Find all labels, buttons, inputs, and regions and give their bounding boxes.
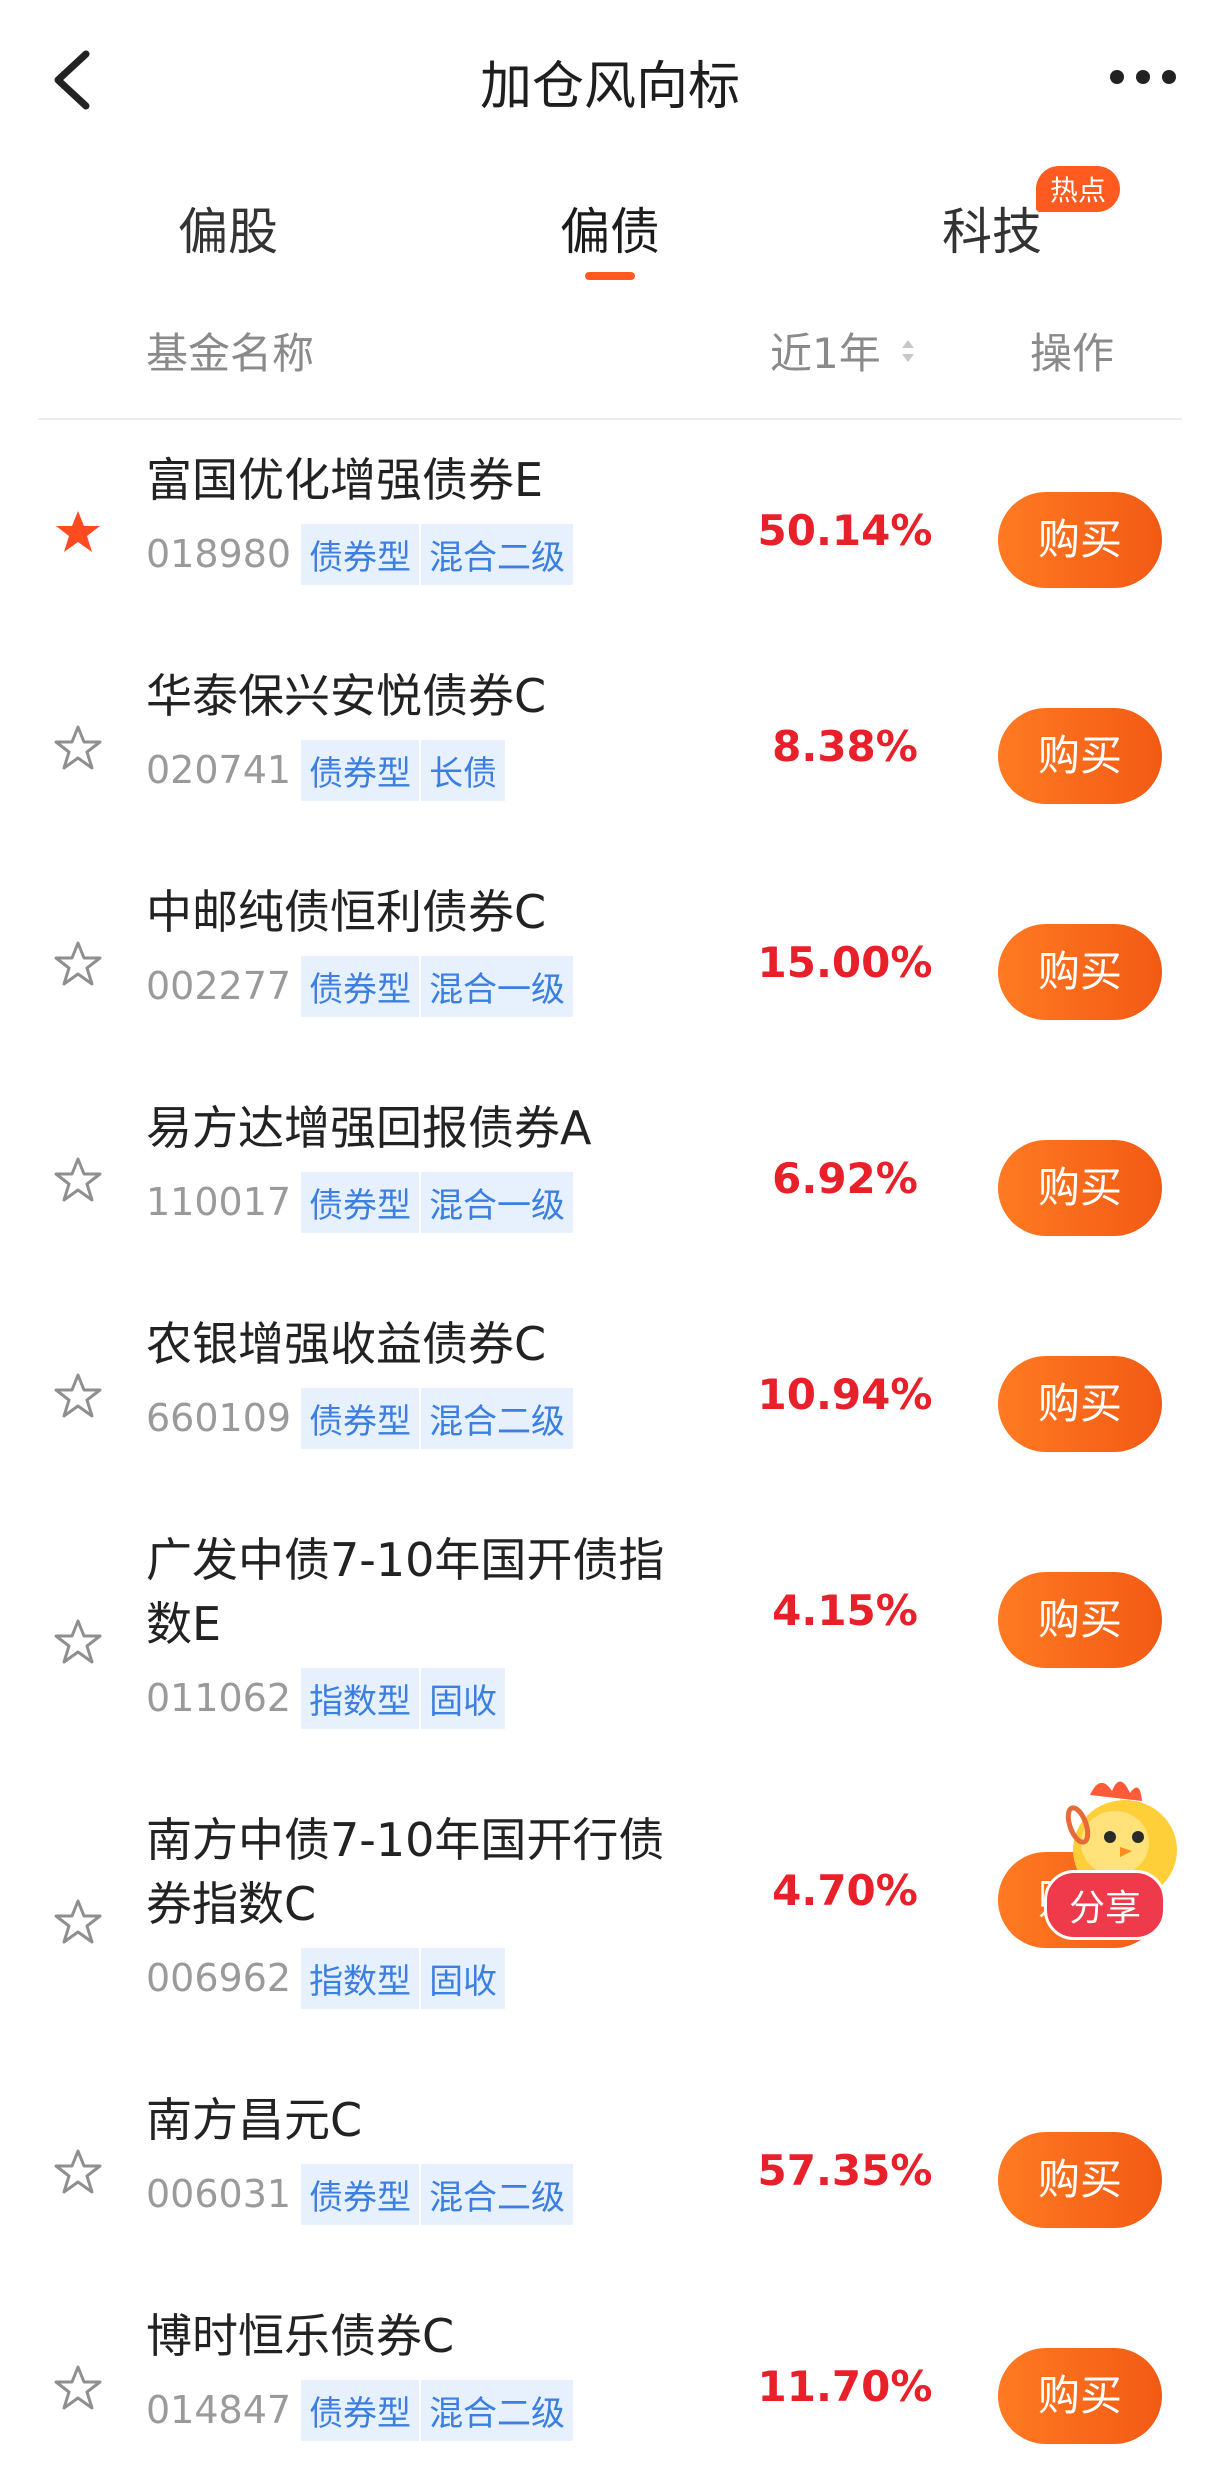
fund-tag: 债券型 [301, 1387, 420, 1449]
fund-tag: 债券型 [301, 739, 420, 801]
buy-button[interactable]: 购买 [998, 1140, 1162, 1236]
fund-tag: 固收 [421, 1947, 506, 2009]
column-header: 基金名称 近1年 操作 [0, 320, 1220, 400]
page-title: 加仓风向标 [479, 57, 740, 117]
fund-tag: 债券型 [301, 523, 420, 585]
hot-badge: 热点 [1036, 166, 1121, 212]
fund-tag: 混合一级 [421, 1171, 574, 1233]
column-fund-name: 基金名称 [146, 329, 315, 378]
fund-code: 002277 [146, 964, 292, 1008]
fund-tag: 混合二级 [421, 1387, 574, 1449]
buy-button[interactable]: 购买 [998, 1572, 1162, 1668]
star-outline-icon[interactable] [54, 2364, 102, 2412]
fund-name: 农银增强收益债券C [146, 1317, 547, 1371]
fund-meta: 018980 债券型 混合二级 [146, 523, 574, 585]
fund-code: 110017 [146, 1180, 292, 1224]
fund-meta: 020741 债券型 长债 [146, 739, 506, 801]
fund-code: 014847 [146, 2388, 292, 2432]
fund-name: 博时恒乐债券C [146, 2309, 455, 2363]
fund-return: 8.38% [772, 722, 918, 771]
fund-code: 020741 [146, 748, 292, 792]
tab-stock[interactable]: 偏股 [178, 192, 278, 264]
buy-button[interactable]: 购买 [998, 2132, 1162, 2228]
fund-code: 011062 [146, 1676, 292, 1720]
fund-return: 10.94% [757, 1370, 933, 1419]
fund-name: 南方昌元C [146, 2093, 363, 2147]
buy-button[interactable]: 购买 [998, 708, 1162, 804]
fund-tag: 固收 [421, 1667, 506, 1729]
fund-return: 4.15% [772, 1586, 918, 1635]
fund-return: 4.70% [772, 1866, 918, 1915]
star-outline-icon[interactable] [54, 1618, 102, 1666]
fund-code: 006031 [146, 2172, 292, 2216]
column-action: 操作 [1030, 329, 1115, 378]
active-tab-indicator [585, 272, 635, 280]
tab-bond[interactable]: 偏债 [560, 192, 660, 264]
fund-return: 57.35% [757, 2146, 933, 2195]
fund-tag: 指数型 [301, 1667, 420, 1729]
buy-button[interactable]: 购买 [998, 1356, 1162, 1452]
fund-tag: 混合一级 [421, 955, 574, 1017]
star-outline-icon[interactable] [54, 1156, 102, 1204]
fund-tag: 债券型 [301, 1171, 420, 1233]
star-outline-icon[interactable] [54, 1898, 102, 1946]
fund-meta: 006962 指数型 固收 [146, 1947, 506, 2009]
buy-button[interactable]: 购买 [998, 924, 1162, 1020]
fund-name: 南方中债7-10年国开行债券指数C [146, 1813, 665, 1931]
fund-code: 006962 [146, 1956, 292, 2000]
fund-name: 富国优化增强债券E [146, 453, 544, 507]
fund-return: 6.92% [772, 1154, 918, 1203]
star-filled-icon[interactable] [54, 508, 102, 556]
fund-return: 11.70% [757, 2362, 933, 2411]
fund-meta: 006031 债券型 混合二级 [146, 2163, 574, 2225]
fund-meta: 002277 债券型 混合一级 [146, 955, 574, 1017]
star-outline-icon[interactable] [54, 2148, 102, 2196]
fund-meta: 660109 债券型 混合二级 [146, 1387, 574, 1449]
header-divider [38, 418, 1182, 420]
more-options-icon[interactable] [1110, 70, 1176, 84]
fund-code: 018980 [146, 532, 292, 576]
fund-meta: 014847 债券型 混合二级 [146, 2379, 574, 2441]
fund-name: 易方达增强回报债券A [146, 1101, 592, 1155]
tab-tech[interactable]: 科技 [942, 192, 1042, 264]
fund-tag: 指数型 [301, 1947, 420, 2009]
fund-name: 中邮纯债恒利债券C [146, 885, 547, 939]
star-outline-icon[interactable] [54, 724, 102, 772]
buy-button[interactable]: 购买 [998, 492, 1162, 588]
fund-name: 广发中债7-10年国开债指数E [146, 1533, 665, 1651]
fund-tag: 债券型 [301, 2163, 420, 2225]
buy-button[interactable]: 购买 [998, 2348, 1162, 2444]
nav-bar: 加仓风向标 [0, 0, 1220, 160]
fund-meta: 110017 债券型 混合一级 [146, 1171, 574, 1233]
fund-tag: 混合二级 [421, 2379, 574, 2441]
star-outline-icon[interactable] [54, 1372, 102, 1420]
fund-return: 15.00% [757, 938, 933, 987]
fund-meta: 011062 指数型 固收 [146, 1667, 506, 1729]
fund-tag: 长债 [421, 739, 506, 801]
sort-icon[interactable] [900, 336, 916, 366]
column-1y-return[interactable]: 近1年 [770, 320, 881, 381]
fund-tag: 债券型 [301, 2379, 420, 2441]
fund-return: 50.14% [757, 506, 933, 555]
fund-tag: 债券型 [301, 955, 420, 1017]
fund-code: 660109 [146, 1396, 292, 1440]
fund-tag: 混合二级 [421, 2163, 574, 2225]
share-button[interactable]: 分享 [1044, 1870, 1167, 1940]
fund-tag: 混合二级 [421, 523, 574, 585]
fund-name: 华泰保兴安悦债券C [146, 669, 547, 723]
star-outline-icon[interactable] [54, 940, 102, 988]
